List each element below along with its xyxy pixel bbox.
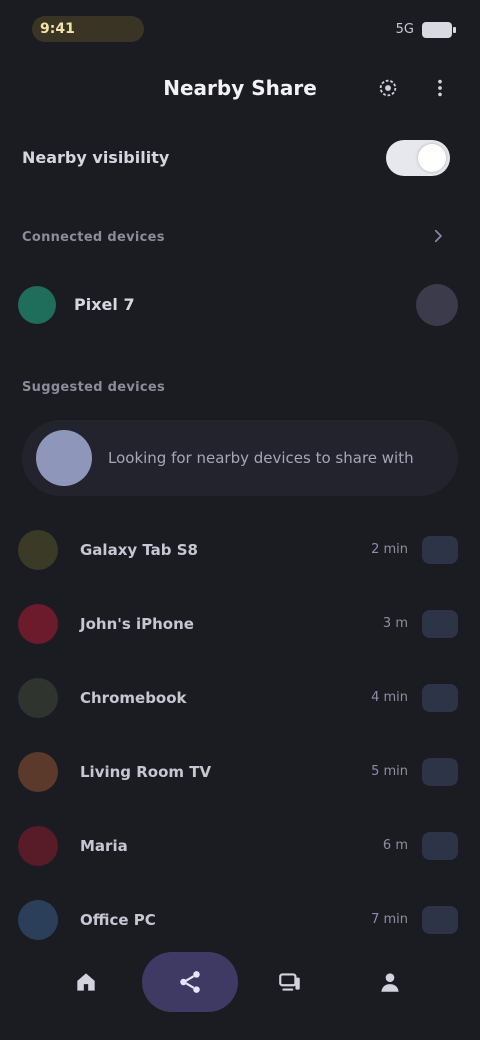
device-name: Chromebook (80, 689, 187, 707)
device-action-button[interactable] (422, 684, 458, 712)
list-item[interactable]: Chromebook 4 min (0, 668, 480, 728)
network-label: 5G (395, 22, 414, 37)
device-avatar (18, 826, 58, 866)
connected-device-row[interactable]: Pixel 7 (0, 280, 480, 330)
visibility-label: Nearby visibility (22, 148, 170, 167)
search-status-text: Looking for nearby devices to share with (108, 449, 414, 467)
device-avatar (18, 752, 58, 792)
bottom-navigation (0, 940, 480, 1040)
nav-home[interactable] (56, 952, 116, 1012)
device-meta: 3 m (382, 616, 408, 631)
toggle-knob (418, 144, 446, 172)
device-action-button[interactable] (416, 284, 458, 326)
device-name: Office PC (80, 911, 156, 929)
app-header: Nearby Share (0, 60, 480, 116)
nav-share-pill (142, 952, 238, 1012)
device-meta: 2 min (371, 542, 408, 557)
device-meta: 4 min (371, 690, 408, 705)
header-actions (372, 72, 456, 104)
settings-icon (379, 79, 397, 97)
status-right: 5G (395, 18, 456, 42)
list-item[interactable]: Galaxy Tab S8 2 min (0, 520, 480, 580)
nearby-search-card[interactable]: Looking for nearby devices to share with (22, 420, 458, 496)
devices-icon (279, 973, 300, 991)
device-name: Galaxy Tab S8 (80, 541, 198, 559)
list-item[interactable]: John's iPhone 3 m (0, 594, 480, 654)
status-time: 9:41 (32, 16, 144, 42)
nav-profile[interactable] (360, 952, 420, 1012)
device-name: Pixel 7 (74, 295, 135, 314)
suggested-section-title: Suggested devices (22, 380, 166, 395)
connected-more-button[interactable] (424, 222, 452, 250)
device-avatar (18, 604, 58, 644)
more-vert-icon (438, 79, 442, 97)
device-action-button[interactable] (422, 906, 458, 934)
list-item[interactable]: Maria 6 m (0, 816, 480, 876)
device-avatar (18, 530, 58, 570)
chevron-right-icon (434, 229, 442, 243)
visibility-toggle[interactable] (386, 140, 450, 176)
nav-share[interactable] (142, 952, 238, 1012)
status-bar: 9:41 5G (0, 0, 480, 56)
radar-avatar (36, 430, 92, 486)
device-meta: 7 min (371, 912, 408, 927)
list-item[interactable]: Living Room TV 5 min (0, 742, 480, 802)
device-name: John's iPhone (80, 615, 194, 633)
settings-button[interactable] (372, 72, 404, 104)
device-action-button[interactable] (422, 610, 458, 638)
connected-section-title: Connected devices (22, 230, 165, 245)
device-action-button[interactable] (422, 832, 458, 860)
device-meta: 5 min (371, 764, 408, 779)
nav-devices[interactable] (260, 952, 320, 1012)
visibility-row[interactable]: Nearby visibility (0, 140, 480, 176)
device-action-button[interactable] (422, 758, 458, 786)
home-icon (77, 973, 95, 991)
battery-icon (422, 22, 456, 38)
device-action-button[interactable] (422, 536, 458, 564)
share-icon (180, 971, 200, 993)
device-name: Living Room TV (80, 763, 212, 781)
device-avatar (18, 678, 58, 718)
more-button[interactable] (424, 72, 456, 104)
profile-icon (381, 973, 399, 992)
device-avatar (18, 900, 58, 940)
device-avatar (18, 286, 56, 324)
device-name: Maria (80, 837, 128, 855)
device-meta: 6 m (382, 838, 408, 853)
